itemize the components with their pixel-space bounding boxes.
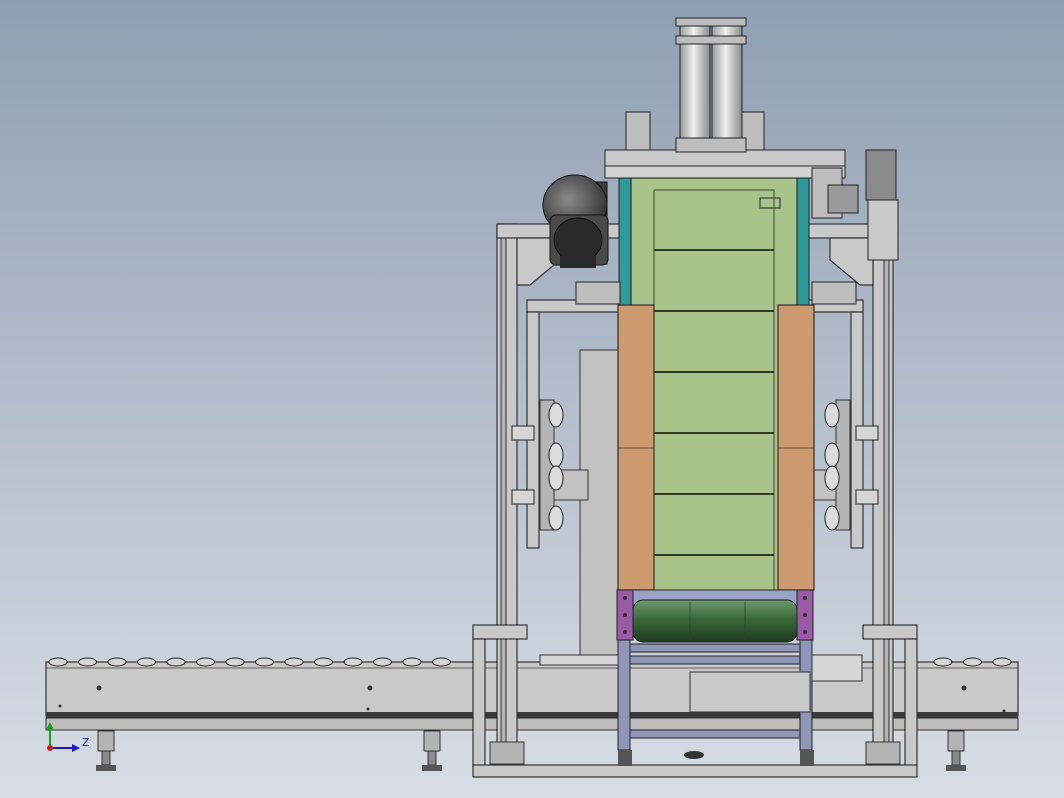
main-column [617,159,815,601]
conveyor-roller [373,657,392,667]
conveyor-roller [48,657,68,667]
conveyor-roller [225,657,245,667]
conveyor-roller [107,657,127,667]
conveyor-roller [343,657,363,667]
rear-panel [579,349,621,661]
conveyor-roller [432,657,451,667]
drive-drum [632,599,798,643]
conveyor-roller [314,657,333,667]
green-tube-body [630,177,798,599]
conveyor-roller [992,657,1012,667]
conveyor-roller [166,657,186,667]
axis-z-label: Z [82,736,90,749]
conveyor-roller [137,657,156,667]
assembly-drawing: Z [0,0,1064,798]
cad-viewport[interactable]: Z [0,0,1064,798]
conveyor-roller [196,657,215,667]
conveyor-roller [402,657,422,667]
conveyor-roller [255,657,274,667]
conveyor-lower-rail [46,712,1018,718]
conveyor-roller [284,657,304,667]
conveyor-roller [963,657,982,667]
right-actuator-housing [865,149,897,201]
gear-motor [542,174,609,268]
conveyor-roller [933,657,953,667]
conveyor-frame [45,661,1019,717]
conveyor-roller [78,657,97,667]
right-side-panel [777,304,815,591]
drive-drum-assembly [616,589,814,643]
left-side-panel [617,304,655,591]
